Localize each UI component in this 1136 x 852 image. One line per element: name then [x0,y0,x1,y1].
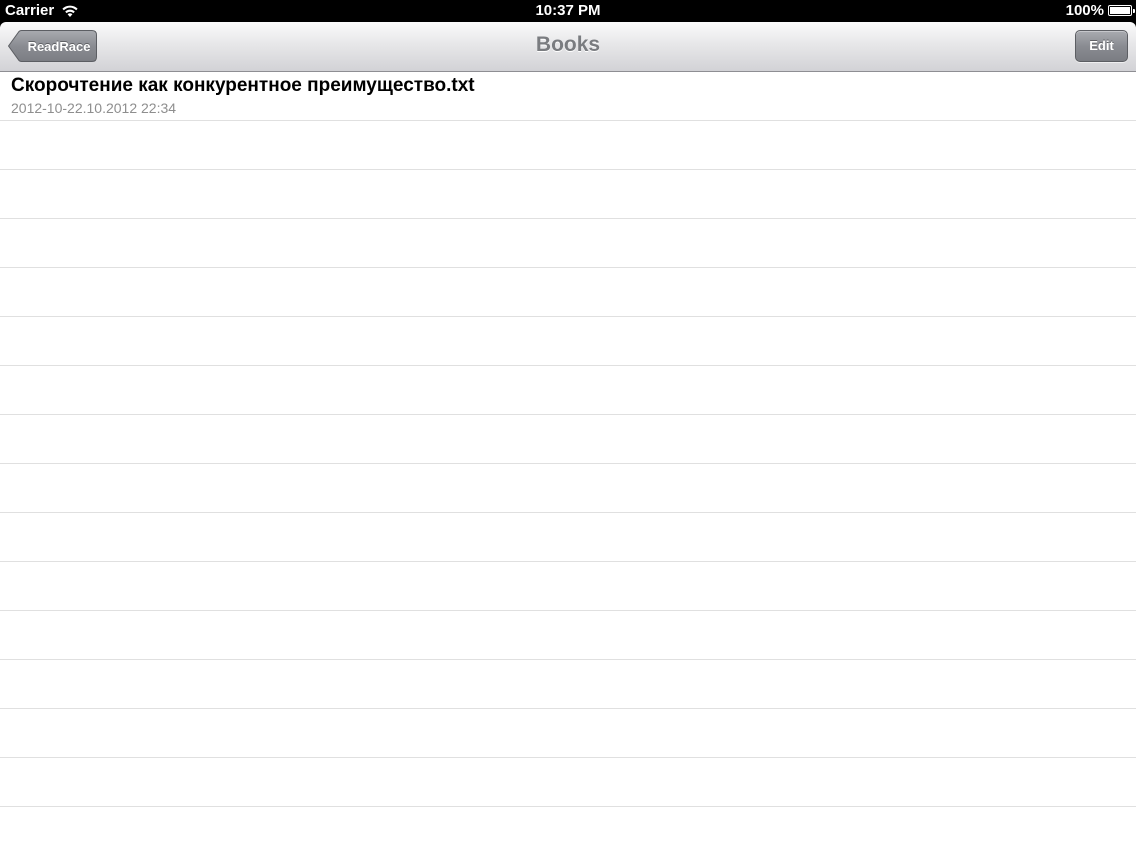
battery-percent: 100% [1065,2,1104,19]
empty-table-row [0,219,1136,268]
empty-table-row [0,415,1136,464]
empty-table-row [0,170,1136,219]
empty-table-row [0,611,1136,660]
nav-title: Books [535,33,601,56]
empty-table-row [0,366,1136,415]
book-title: Скорочтение как конкурентное преимуществ… [11,75,475,96]
empty-rows-container [0,121,1136,852]
book-row[interactable]: Скорочтение как конкурентное преимуществ… [0,72,1136,121]
empty-table-row [0,709,1136,758]
books-table: Скорочтение как конкурентное преимуществ… [0,72,1136,852]
empty-table-row [0,317,1136,366]
status-time: 10:37 PM [535,2,601,19]
empty-table-row [0,660,1136,709]
book-subtitle: 2012-10-22.10.2012 22:34 [11,100,177,116]
status-bar: Carrier 10:37 PM 100% [0,0,1136,22]
empty-table-row [0,121,1136,170]
ipad-screen: Carrier 10:37 PM 100% ReadRace Books Edi… [0,0,1136,852]
empty-table-row [0,513,1136,562]
empty-table-row [0,758,1136,807]
battery-fill [1110,7,1130,14]
empty-table-row [0,464,1136,513]
empty-table-row [0,807,1136,852]
navigation-bar: ReadRace Books Edit [0,22,1136,72]
battery-icon [1108,5,1135,16]
empty-table-row [0,562,1136,611]
empty-table-row [0,268,1136,317]
status-right: 100% [1065,2,1135,19]
edit-button[interactable]: Edit [1075,30,1128,62]
